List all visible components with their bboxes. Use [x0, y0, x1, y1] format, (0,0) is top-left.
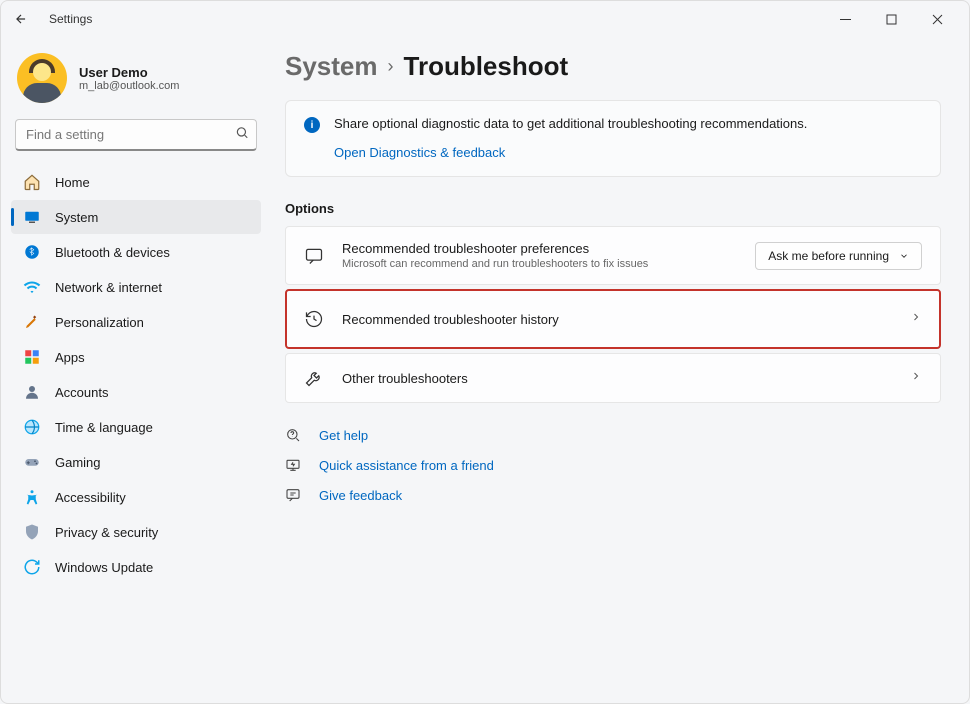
home-icon — [23, 173, 41, 191]
sidebar-item-label: Home — [55, 175, 90, 190]
feedback-icon — [285, 487, 301, 503]
sidebar-item-label: Personalization — [55, 315, 144, 330]
chat-icon — [304, 246, 324, 266]
sidebar-item-network[interactable]: Network & internet — [11, 270, 261, 304]
gaming-icon — [23, 453, 41, 471]
link-label: Give feedback — [319, 488, 402, 503]
info-icon: i — [304, 117, 320, 133]
accessibility-icon — [23, 488, 41, 506]
info-text: Share optional diagnostic data to get ad… — [334, 115, 807, 133]
options-header: Options — [285, 201, 941, 216]
bluetooth-icon — [23, 243, 41, 261]
card-sub: Microsoft can recommend and run troubles… — [342, 258, 737, 270]
sidebar-item-label: Privacy & security — [55, 525, 158, 540]
sidebar-item-accessibility[interactable]: Accessibility — [11, 480, 261, 514]
sidebar-item-label: Accessibility — [55, 490, 126, 505]
card-title: Other troubleshooters — [342, 371, 892, 386]
sidebar-item-personalization[interactable]: Personalization — [11, 305, 261, 339]
card-title: Recommended troubleshooter preferences — [342, 241, 737, 256]
wifi-icon — [23, 278, 41, 296]
search-icon — [235, 126, 249, 145]
sidebar-item-label: Time & language — [55, 420, 153, 435]
preferences-dropdown[interactable]: Ask me before running — [755, 242, 922, 270]
privacy-icon — [23, 523, 41, 541]
sidebar-item-gaming[interactable]: Gaming — [11, 445, 261, 479]
sidebar-item-label: Accounts — [55, 385, 108, 400]
chevron-right-icon — [910, 310, 922, 328]
page-title: Troubleshoot — [404, 51, 569, 82]
history-icon — [304, 309, 324, 329]
sidebar-item-time-language[interactable]: Time & language — [11, 410, 261, 444]
link-label: Quick assistance from a friend — [319, 458, 494, 473]
sidebar-item-accounts[interactable]: Accounts — [11, 375, 261, 409]
time-language-icon — [23, 418, 41, 436]
dropdown-value: Ask me before running — [768, 249, 889, 263]
sidebar-item-label: Bluetooth & devices — [55, 245, 170, 260]
sidebar-item-system[interactable]: System — [11, 200, 261, 234]
sidebar-item-label: Gaming — [55, 455, 101, 470]
chevron-down-icon — [899, 251, 909, 261]
other-troubleshooters-card[interactable]: Other troubleshooters — [285, 353, 941, 403]
avatar — [17, 53, 67, 103]
chevron-right-icon — [910, 369, 922, 387]
breadcrumb: System › Troubleshoot — [285, 51, 941, 82]
maximize-button[interactable] — [877, 5, 905, 33]
card-title: Recommended troubleshooter history — [342, 312, 892, 327]
sidebar-item-label: Windows Update — [55, 560, 153, 575]
quick-assistance-link[interactable]: Quick assistance from a friend — [285, 457, 941, 473]
user-email: m_lab@outlook.com — [79, 80, 179, 92]
apps-icon — [23, 348, 41, 366]
open-diagnostics-link[interactable]: Open Diagnostics & feedback — [334, 145, 505, 160]
sidebar-item-home[interactable]: Home — [11, 165, 261, 199]
sidebar-item-bluetooth[interactable]: Bluetooth & devices — [11, 235, 261, 269]
sidebar-item-label: Apps — [55, 350, 85, 365]
troubleshooter-history-card[interactable]: Recommended troubleshooter history — [285, 289, 941, 349]
breadcrumb-parent[interactable]: System — [285, 51, 378, 82]
quick-assist-icon — [285, 457, 301, 473]
system-icon — [23, 208, 41, 226]
sidebar-item-windows-update[interactable]: Windows Update — [11, 550, 261, 584]
user-name: User Demo — [79, 65, 179, 80]
sidebar-item-label: System — [55, 210, 98, 225]
give-feedback-link[interactable]: Give feedback — [285, 487, 941, 503]
back-button[interactable] — [9, 7, 33, 31]
accounts-icon — [23, 383, 41, 401]
sidebar-item-privacy[interactable]: Privacy & security — [11, 515, 261, 549]
info-bar: i Share optional diagnostic data to get … — [285, 100, 941, 177]
personalization-icon — [23, 313, 41, 331]
chevron-right-icon: › — [388, 56, 394, 77]
get-help-link[interactable]: Get help — [285, 427, 941, 443]
sidebar-item-apps[interactable]: Apps — [11, 340, 261, 374]
window-title: Settings — [49, 12, 92, 26]
help-icon — [285, 427, 301, 443]
minimize-button[interactable] — [831, 5, 859, 33]
sidebar-item-label: Network & internet — [55, 280, 162, 295]
link-label: Get help — [319, 428, 368, 443]
windows-update-icon — [23, 558, 41, 576]
close-button[interactable] — [923, 5, 951, 33]
troubleshooter-preferences-card[interactable]: Recommended troubleshooter preferences M… — [285, 226, 941, 285]
search-input[interactable] — [15, 119, 257, 151]
wrench-icon — [304, 368, 324, 388]
user-profile[interactable]: User Demo m_lab@outlook.com — [11, 47, 261, 117]
